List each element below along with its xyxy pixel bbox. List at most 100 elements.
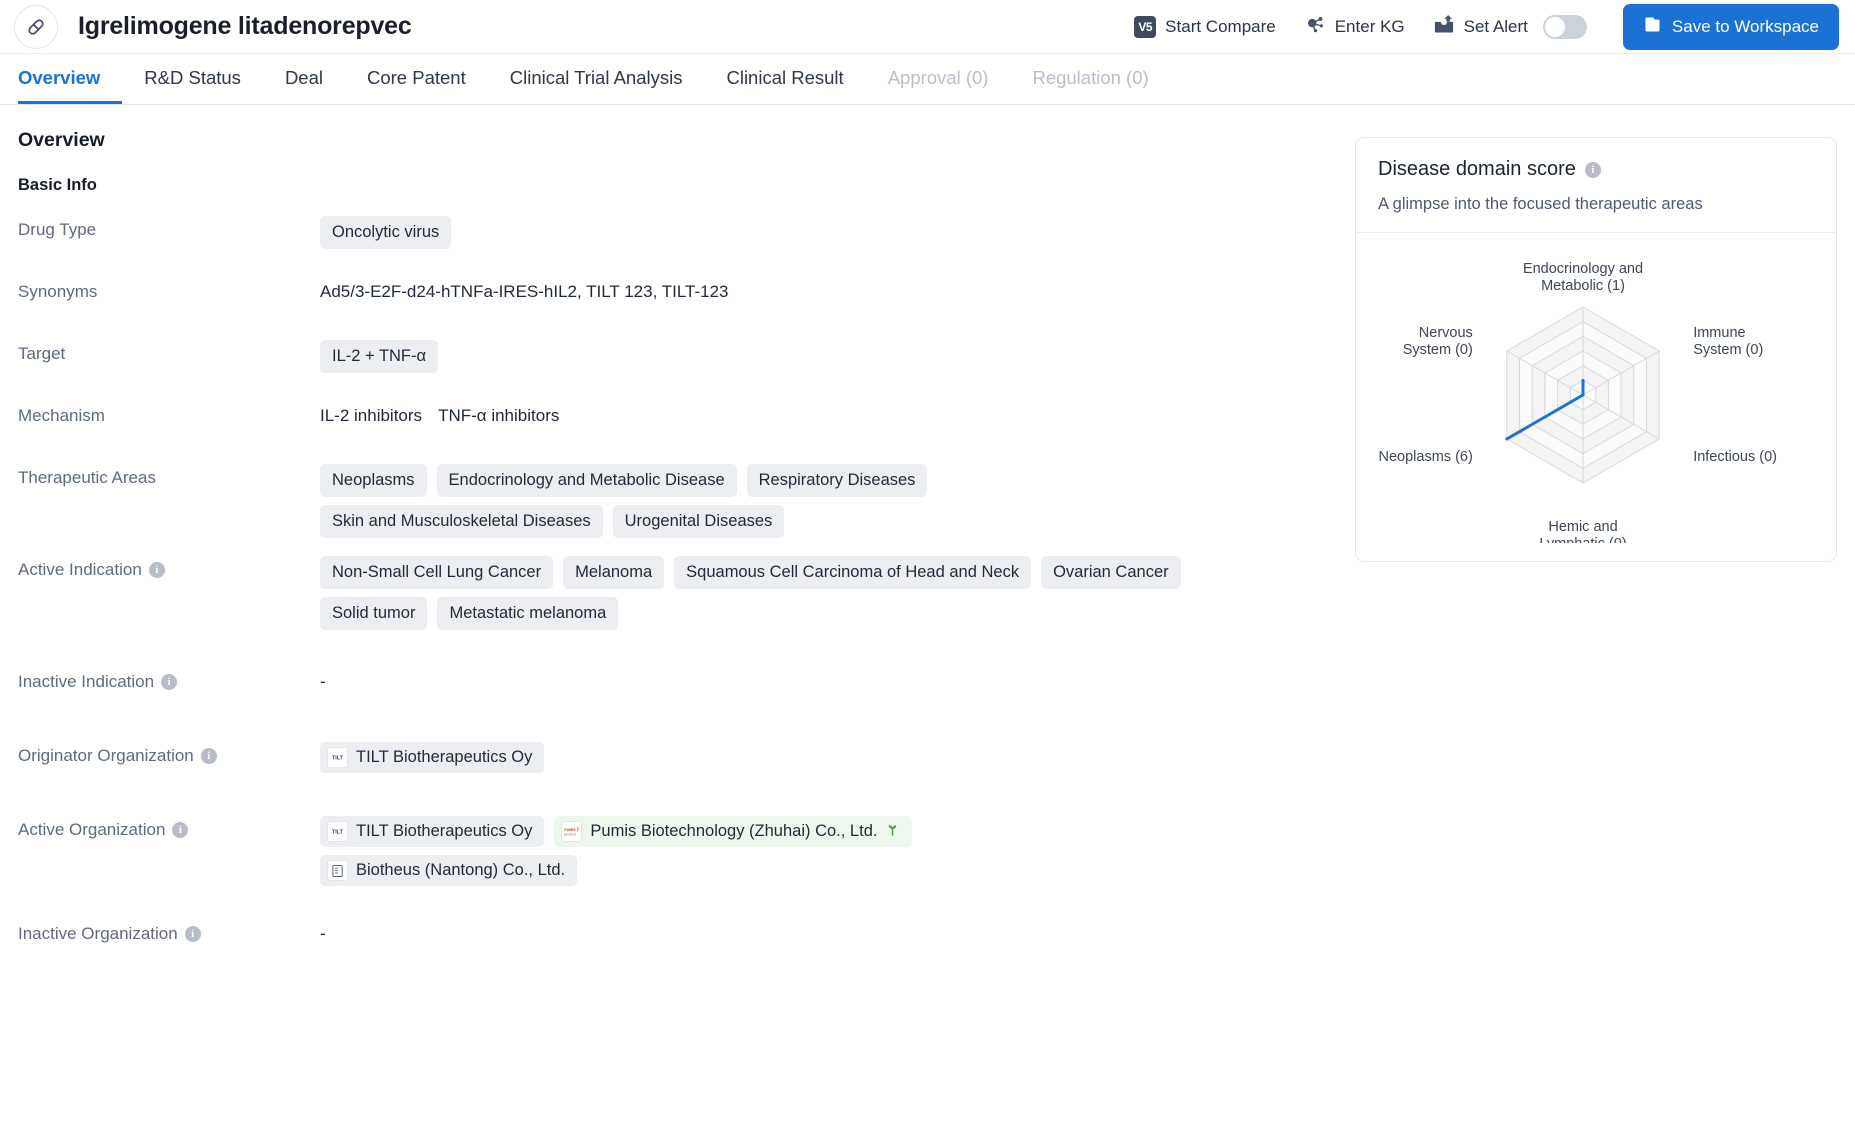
tab-bar: Overview R&D Status Deal Core Patent Cli…: [0, 54, 1855, 105]
tab-regulation: Regulation (0): [1032, 66, 1149, 88]
field-active-indication-label: Active Indication i: [18, 556, 320, 580]
mechanism-item: TNF-α inhibitors: [438, 406, 560, 425]
tab-rd-status[interactable]: R&D Status: [122, 54, 263, 104]
info-icon[interactable]: i: [148, 562, 165, 578]
field-target-label: Target: [18, 344, 66, 363]
field-inactive-indication-label: Inactive Indication i: [18, 668, 320, 692]
info-icon[interactable]: i: [184, 926, 201, 942]
tab-core-patent[interactable]: Core Patent: [345, 54, 488, 104]
organization-name: Biotheus (Nantong) Co., Ltd.: [356, 861, 566, 879]
knowledge-graph-icon: [1304, 13, 1326, 40]
field-therapeutic-areas-value: Neoplasms Endocrinology and Metabolic Di…: [320, 464, 1200, 538]
radar-chart: Endocrinology and Metabolic (1) Immune Syst…: [1379, 261, 1778, 543]
basic-info-heading: Basic Info: [18, 176, 97, 194]
enter-kg-button[interactable]: Enter KG: [1290, 7, 1419, 46]
field-drug-type: Drug Type Oncolytic virus: [18, 207, 1355, 269]
field-target-value: IL-2 + TNF-α: [320, 340, 1355, 373]
field-inactive-organization-text: Inactive Organization: [18, 924, 178, 943]
organization-name: TILT Biotherapeutics Oy: [356, 822, 533, 840]
organization-name: Pumis Biotechnology (Zhuhai) Co., Ltd.: [590, 822, 878, 840]
field-mechanism: Mechanism IL-2 inhibitors TNF-α inhibito…: [18, 393, 1355, 455]
svg-text:ImmuneSystem (0): Immune System (0): [1693, 325, 1763, 358]
field-drug-type-value: Oncolytic virus: [320, 216, 1355, 249]
field-inactive-organization-label: Inactive Organization i: [18, 920, 320, 944]
svg-text:Endocrinology andMetabolic (1): Endocrinology and Metabolic (1): [1523, 261, 1643, 294]
field-target: Target IL-2 + TNF-α: [18, 331, 1355, 393]
disease-card-header: Disease domain score i A glimpse into th…: [1356, 138, 1836, 233]
chip[interactable]: Solid tumor: [320, 597, 428, 630]
field-mechanism-label: Mechanism: [18, 406, 105, 425]
page-title: Igrelimogene litadenorepvec: [78, 12, 412, 40]
set-alert-label: Set Alert: [1463, 16, 1528, 36]
chip[interactable]: Ovarian Cancer: [1041, 556, 1181, 589]
field-originator-organization-value: TILT TILT Biotherapeutics Oy: [320, 742, 1355, 773]
chip[interactable]: Endocrinology and Metabolic Disease: [436, 464, 737, 497]
set-alert-control[interactable]: Set Alert: [1419, 8, 1601, 45]
field-inactive-organization-value: -: [320, 924, 326, 943]
svg-text:Infectious (0): Infectious (0): [1693, 449, 1777, 465]
chip[interactable]: Neoplasms: [320, 464, 427, 497]
field-mechanism-value: IL-2 inhibitors TNF-α inhibitors: [320, 402, 1355, 426]
chip[interactable]: Squamous Cell Carcinoma of Head and Neck: [674, 556, 1032, 589]
field-active-organization: Active Organization i TILT TILT Biothera…: [18, 807, 1355, 911]
field-synonyms-value: Ad5/3-E2F-d24-hTNFa-IRES-hIL2, TILT 123,…: [320, 282, 729, 301]
field-originator-organization: Originator Organization i TILT TILT Biot…: [18, 733, 1355, 807]
organization-name: TILT Biotherapeutics Oy: [356, 748, 533, 766]
overview-content: Overview Basic Info Drug Type Oncolytic …: [0, 105, 1855, 1135]
field-therapeutic-areas: Therapeutic Areas Neoplasms Endocrinolog…: [18, 455, 1355, 547]
field-originator-organization-text: Originator Organization: [18, 746, 194, 765]
save-to-workspace-button[interactable]: Save to Workspace: [1622, 3, 1839, 50]
tab-deal[interactable]: Deal: [263, 54, 345, 104]
field-active-indication-text: Active Indication: [18, 560, 142, 579]
field-active-indication: Active Indication i Non-Small Cell Lung …: [18, 547, 1355, 659]
svg-text:Hemic andLymphatic (0): Hemic andLymphatic (0): [1539, 519, 1626, 543]
field-synonyms-label: Synonyms: [18, 282, 98, 301]
disease-domain-score-card: Disease domain score i A glimpse into th…: [1355, 137, 1837, 562]
chip[interactable]: IL-2 + TNF-α: [320, 340, 439, 373]
v5-badge-icon: V5: [1134, 15, 1157, 38]
tilt-logo-icon: TILT: [327, 747, 348, 768]
info-icon[interactable]: i: [161, 674, 178, 690]
enter-kg-label: Enter KG: [1334, 16, 1405, 36]
info-icon[interactable]: i: [200, 748, 217, 764]
chip[interactable]: Urogenital Diseases: [612, 505, 785, 538]
green-sprout-icon: [885, 822, 900, 842]
building-icon: [327, 860, 348, 881]
field-originator-organization-label: Originator Organization i: [18, 742, 320, 766]
chip[interactable]: Non-Small Cell Lung Cancer: [320, 556, 554, 589]
pumis-logo-icon: PUMIS BIOTECH: [561, 821, 583, 842]
field-synonyms: Synonyms Ad5/3-E2F-d24-hTNFa-IRES-hIL2, …: [18, 269, 1355, 331]
header-actions: V5 Start Compare Enter KG Set Alert Save…: [1120, 3, 1839, 50]
field-active-indication-value: Non-Small Cell Lung Cancer Melanoma Squa…: [320, 556, 1200, 630]
disease-card-title-text: Disease domain score: [1378, 158, 1576, 180]
chip[interactable]: Oncolytic virus: [320, 216, 452, 249]
info-icon[interactable]: i: [1584, 161, 1601, 178]
svg-text:Neoplasms (6): Neoplasms (6): [1379, 449, 1473, 465]
field-inactive-indication-text: Inactive Indication: [18, 672, 155, 691]
organization-chip[interactable]: PUMIS BIOTECH Pumis Biotechnology (Zhuhai…: [554, 816, 913, 847]
svg-text:TILT: TILT: [332, 756, 344, 762]
start-compare-button[interactable]: V5 Start Compare: [1120, 10, 1290, 44]
disease-card-body: Endocrinology and Metabolic (1) Immune Syst…: [1356, 233, 1836, 561]
organization-chip[interactable]: Biotheus (Nantong) Co., Ltd.: [320, 855, 578, 886]
chip[interactable]: Respiratory Diseases: [746, 464, 928, 497]
organization-chip[interactable]: TILT TILT Biotherapeutics Oy: [320, 816, 545, 847]
chip[interactable]: Metastatic melanoma: [437, 597, 619, 630]
mechanism-item: IL-2 inhibitors: [320, 406, 423, 425]
chip[interactable]: Melanoma: [563, 556, 665, 589]
tab-clinical-result[interactable]: Clinical Result: [704, 54, 865, 104]
svg-text:PUMIS: PUMIS: [565, 828, 577, 832]
basic-info-column: Overview Basic Info Drug Type Oncolytic …: [0, 105, 1355, 1135]
set-alert-toggle[interactable]: [1542, 14, 1587, 39]
disease-card-subtitle: A glimpse into the focused therapeutic a…: [1378, 195, 1703, 213]
field-inactive-indication: Inactive Indication i -: [18, 659, 1355, 733]
disease-card-title: Disease domain score i: [1378, 158, 1814, 181]
field-inactive-organization: Inactive Organization i -: [18, 911, 1355, 973]
chip[interactable]: Skin and Musculoskeletal Diseases: [320, 505, 603, 538]
start-compare-label: Start Compare: [1165, 16, 1276, 36]
tab-clinical-trial-analysis[interactable]: Clinical Trial Analysis: [488, 54, 705, 104]
tab-overview[interactable]: Overview: [18, 54, 123, 104]
organization-chip[interactable]: TILT TILT Biotherapeutics Oy: [320, 742, 545, 773]
field-drug-type-label: Drug Type: [18, 220, 97, 239]
info-icon[interactable]: i: [172, 822, 189, 838]
